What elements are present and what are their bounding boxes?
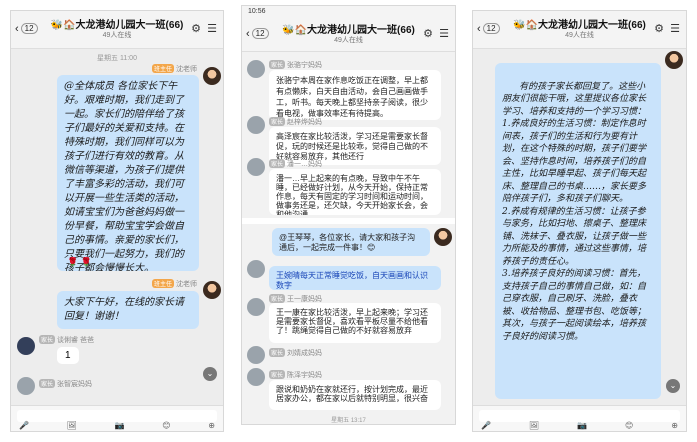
message-bubble[interactable]: 张骆宁本周在家作息吃饭正在调整，早上都有点懒床，白天自由活动，会自己画画做手工，… — [269, 70, 441, 120]
avatar[interactable] — [247, 260, 265, 278]
camera-icon[interactable]: 📷 — [115, 421, 125, 430]
sender-name: 家长 张骆宁妈妈 — [269, 60, 323, 69]
sender-name: 班主任 沈老师 — [151, 279, 197, 288]
message-text: 有的孩子家长都回复了。这些小朋友们很能干哦，这里提议各位家长学习、培养和支持的一… — [502, 81, 647, 342]
voice-icon[interactable]: 🎤 — [481, 421, 491, 430]
message-bubble[interactable]: 王一康在家比较活泼，早上起来晚；学习还是需要家长督促，喜欢看平板尽量不给他看了！… — [269, 303, 441, 343]
scroll-down-icon[interactable]: ⌄ — [203, 367, 217, 381]
sender-name: 家长 谈俐睿 爸爸 — [39, 335, 94, 344]
menu-icon[interactable]: ☰ — [439, 27, 449, 40]
input-tools: 🎤 🖼 📷 😊 ⊕ — [19, 421, 215, 430]
collage: ‹ 12 🐝🏠大龙港幼儿园大一班(66) 49人在线 ⚙ ☰ 星期五 11:00 … — [0, 0, 697, 442]
message-bubble[interactable]: 王婉晴每天正常睡觉吃饭，自天画画和认识数字 — [269, 266, 441, 290]
avatar[interactable] — [247, 60, 265, 78]
message-text: 张骆宁本周在家作息吃饭正在调整，早上都有点懒床，白天自由活动，会自己画画做手工，… — [276, 76, 428, 118]
avatar[interactable] — [203, 281, 221, 299]
plus-icon[interactable]: ⊕ — [208, 421, 215, 430]
avatar[interactable] — [247, 116, 265, 134]
sign-roses: 🌹 🌹 — [67, 257, 92, 267]
avatar[interactable] — [434, 228, 452, 246]
avatar[interactable] — [17, 337, 35, 355]
chat-header: ‹ 12 🐝🏠大龙港幼儿园大一班(66) 49人在线 ⚙ ☰ — [11, 11, 223, 49]
menu-icon[interactable]: ☰ — [207, 22, 217, 35]
menu-icon[interactable]: ☰ — [670, 22, 680, 35]
sender-name: 班主任 沈老师 — [151, 64, 197, 73]
input-tools: 🎤 🖼 📷 😊 ⊕ — [481, 421, 678, 430]
message-text: 跟说和奶奶在家就还行，按计划完成，最近居家办公，都在家以后就特别明显，很兴奋 — [276, 385, 428, 403]
chat-screenshot-right: ‹ 12 🐝🏠大龙港幼儿园大一班(66) 49人在线 ⚙ ☰ 有的孩子家长都回复了… — [472, 10, 687, 432]
timestamp: 星期五 13:17 — [331, 418, 366, 424]
quoted-message[interactable]: @王琴琴，各位家长，请大家和孩子沟通后，一起完成一件事！😊 — [272, 228, 430, 256]
sender-name: 家长 潘一…妈妈 — [269, 159, 323, 168]
message-bubble[interactable]: 大家下午好，在线的家长请回复！谢谢！ — [57, 291, 199, 329]
message-text: 王一康在家比较活泼，早上起来晚；学习还是需要家长督促，喜欢看平板尽量不给他看了！… — [276, 308, 428, 335]
timestamp: 星期五 11:00 — [97, 55, 137, 62]
avatar[interactable] — [203, 67, 221, 85]
avatar[interactable] — [247, 298, 265, 316]
sender-name: 家长 张智宸妈妈 — [39, 379, 93, 388]
message-bubble[interactable]: 跟说和奶奶在家就还行，按计划完成，最近居家办公，都在家以后就特别明显，很兴奋 — [269, 380, 441, 410]
chat-header: ‹ 12 🐝🏠大龙港幼儿园大一班(66) 49人在线 ⚙ ☰ — [473, 11, 686, 49]
chat-screenshot-left: ‹ 12 🐝🏠大龙港幼儿园大一班(66) 49人在线 ⚙ ☰ 星期五 11:00 … — [10, 10, 224, 432]
message-text: 王婉晴每天正常睡觉吃饭，自天画画和认识数字 — [276, 271, 428, 290]
image-icon[interactable]: 🖼 — [67, 421, 77, 430]
status-bar: 10:56 — [242, 6, 455, 18]
message-text: @全体成员 各位家长下午好。艰难时期，我们走到了一起。家长们的陪伴给了孩子们最好… — [64, 81, 184, 271]
avatar[interactable] — [247, 368, 265, 386]
input-bar: 🎤 🖼 📷 😊 ⊕ — [473, 405, 686, 431]
group-settings-icon[interactable]: ⚙ — [654, 22, 664, 35]
sender-name: 家长 赵梓烨妈妈 — [269, 117, 323, 126]
emoji-icon[interactable]: 😊 — [162, 421, 170, 430]
reply-bubble[interactable]: 1 — [57, 347, 79, 364]
avatar[interactable] — [247, 346, 265, 364]
message-bubble[interactable]: @全体成员 各位家长下午好。艰难时期，我们走到了一起。家长们的陪伴给了孩子们最好… — [57, 75, 199, 271]
image-icon[interactable]: 🖼 — [529, 421, 539, 430]
plus-icon[interactable]: ⊕ — [671, 421, 678, 430]
sender-name: 家长 陈泽宇妈妈 — [269, 370, 323, 379]
divider — [242, 218, 455, 224]
message-text: 高泽宸在家比较活泼，学习还是需要家长督促，玩的时候还是比较乖，觉得自己做的不好就… — [276, 132, 428, 161]
camera-icon[interactable]: 📷 — [577, 421, 587, 430]
message-bubble[interactable]: 潘一…早上起来的有点晚，导致中午不午睡，已经做好计划，从今天开始，保持正常作息，… — [269, 169, 441, 215]
message-text: 潘一…早上起来的有点晚，导致中午不午睡，已经做好计划，从今天开始，保持正常作息，… — [276, 174, 428, 215]
avatar[interactable] — [17, 377, 35, 395]
sender-name: 家长 刘婧成妈妈 — [269, 348, 323, 357]
group-settings-icon[interactable]: ⚙ — [191, 22, 201, 35]
message-text: 大家下午好，在线的家长请回复！谢谢！ — [64, 297, 184, 322]
scroll-down-icon[interactable]: ⌄ — [666, 379, 680, 393]
avatar[interactable] — [665, 51, 683, 69]
voice-icon[interactable]: 🎤 — [19, 421, 29, 430]
chat-screenshot-middle: 10:56 ‹ 12 🐝🏠大龙港幼儿园大一班(66) 49人在线 ⚙ ☰ 家长 张骆… — [241, 5, 456, 425]
emoji-icon[interactable]: 😊 — [625, 421, 633, 430]
chat-header: ‹ 12 🐝🏠大龙港幼儿园大一班(66) 49人在线 ⚙ ☰ — [242, 18, 455, 52]
message-text: @王琴琴，各位家长，请大家和孩子沟通后，一起完成一件事！😊 — [279, 233, 416, 252]
group-settings-icon[interactable]: ⚙ — [423, 27, 433, 40]
input-bar: 🎤 🖼 📷 😊 ⊕ — [11, 405, 223, 431]
avatar[interactable] — [247, 158, 265, 176]
message-bubble[interactable]: 有的孩子家长都回复了。这些小朋友们很能干哦，这里提议各位家长学习、培养和支持的一… — [495, 63, 661, 399]
